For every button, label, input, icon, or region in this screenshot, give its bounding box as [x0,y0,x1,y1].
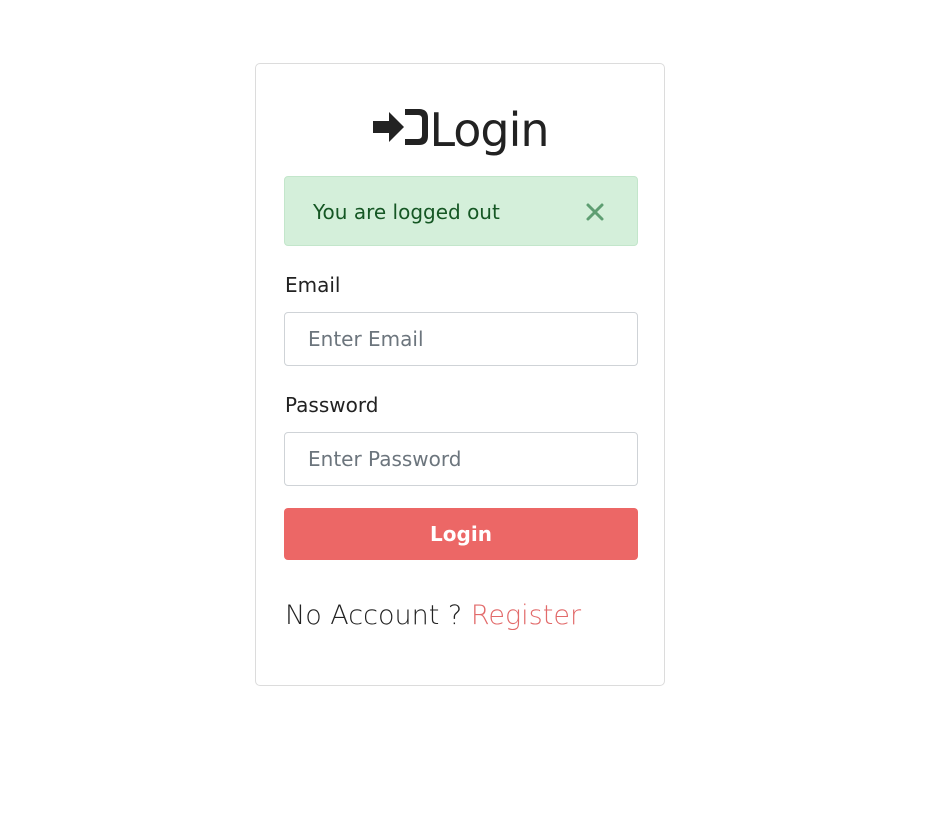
page-title-text: Login [429,103,549,157]
close-icon[interactable] [583,200,607,224]
password-label: Password [285,393,379,417]
email-field[interactable] [284,312,638,366]
register-prompt-text: No Account ? [285,600,471,631]
page-title: Login [256,100,664,160]
logout-alert: You are logged out [284,176,638,246]
login-card: Login You are logged out Email Password … [255,63,665,686]
password-field[interactable] [284,432,638,486]
email-label: Email [285,273,341,297]
sign-in-icon [373,109,429,145]
alert-message: You are logged out [313,200,500,224]
login-button[interactable]: Login [284,508,638,560]
register-prompt: No Account ? Register [285,598,581,634]
register-link[interactable]: Register [471,600,581,631]
